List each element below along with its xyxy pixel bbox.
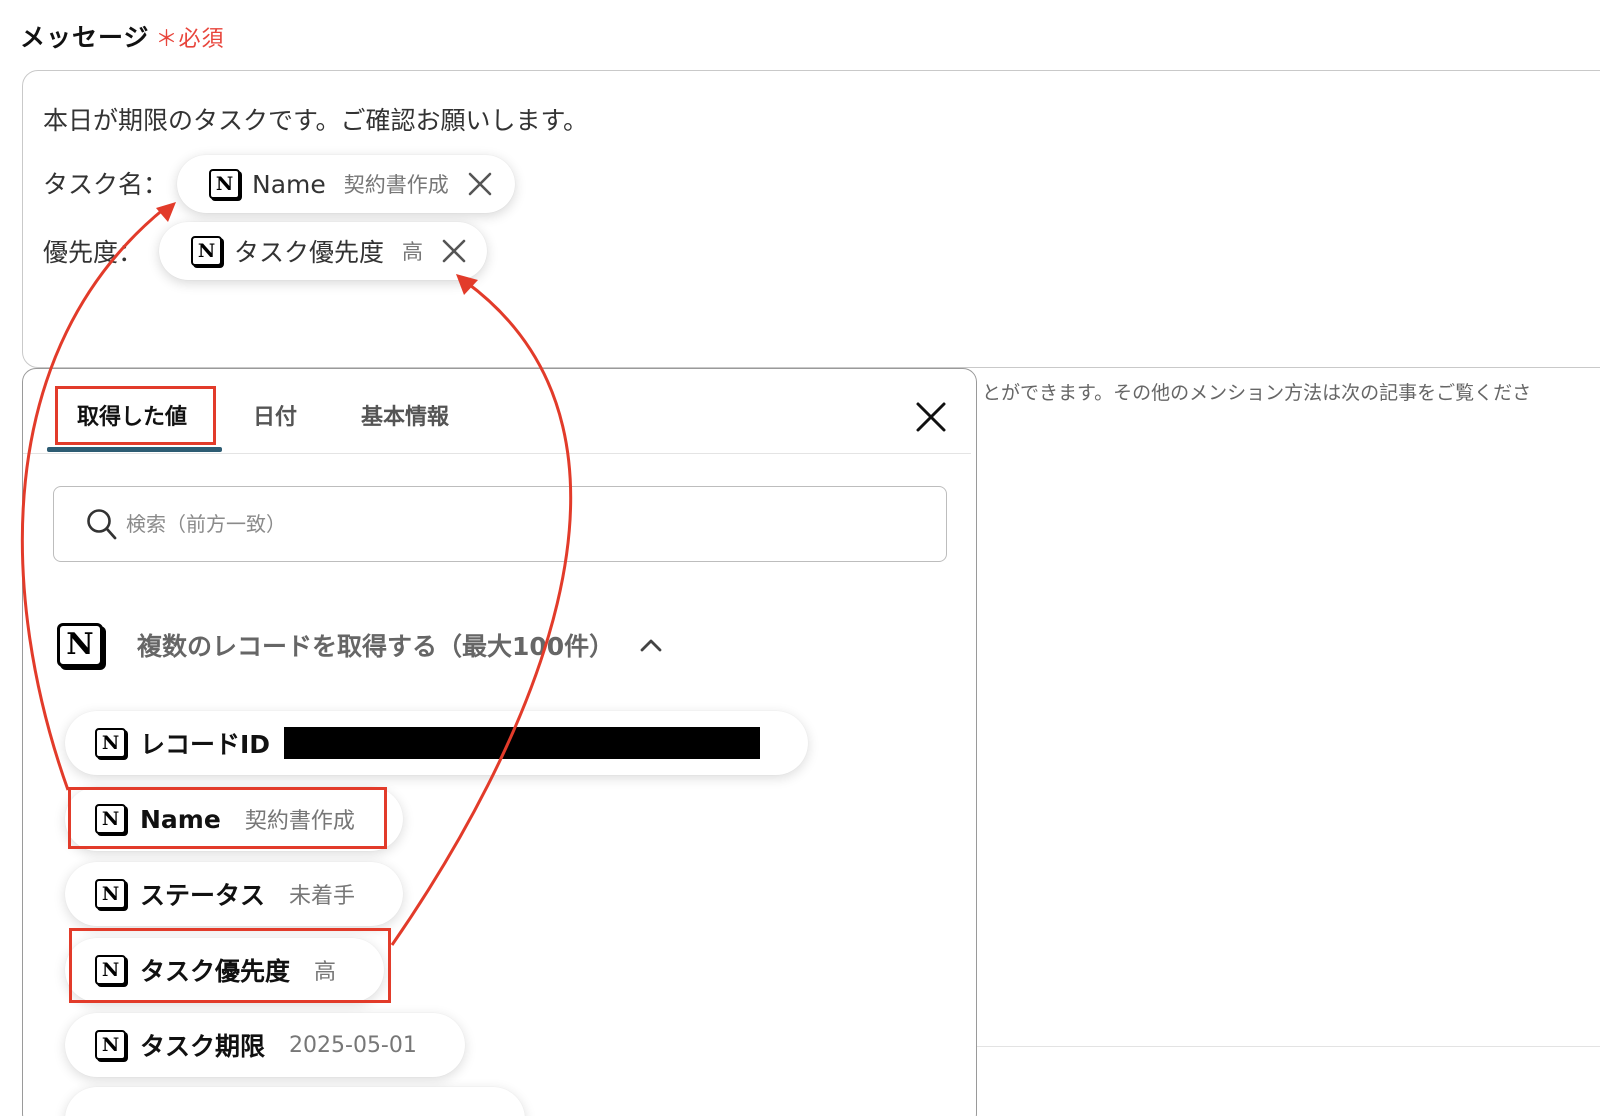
notion-icon: N (95, 728, 126, 758)
task-name-label: タスク名： (43, 170, 169, 199)
list-item-task-priority[interactable]: N タスク優先度 高 (65, 938, 385, 1002)
chip-value: 高 (402, 240, 424, 264)
required-indicator: ＊必須 (156, 27, 225, 52)
notion-icon: N (95, 955, 126, 985)
search-box[interactable] (53, 486, 947, 562)
chip-value: 契約書作成 (343, 173, 449, 197)
tabs-divider (23, 453, 971, 454)
required-text: 必須 (178, 27, 225, 52)
notion-icon: N (57, 623, 103, 667)
tab-date[interactable]: 日付 (253, 399, 297, 431)
item-value: 契約書作成 (244, 809, 355, 834)
item-value: 2025-05-01 (289, 1032, 417, 1058)
item-key: Name (140, 804, 221, 834)
search-icon (87, 509, 117, 540)
notion-icon: N (95, 879, 126, 909)
message-line: 本日が期限のタスクです。ご確認お願いします。 (43, 106, 589, 135)
help-text: とができます。その他のメンション方法は次の記事をご覧くださ (982, 382, 1532, 404)
variable-picker-panel: 取得した値 日付 基本情報 N 複数のレコードを取得する（最大100件） N レ… (22, 368, 977, 1116)
search-input[interactable] (126, 505, 906, 543)
list-item-status[interactable]: N ステータス 未着手 (65, 862, 404, 926)
item-value: 未着手 (289, 884, 356, 909)
close-icon[interactable] (441, 238, 467, 264)
notion-icon: N (209, 169, 240, 199)
notion-icon: N (95, 1030, 126, 1060)
divider (976, 1046, 1600, 1047)
close-icon[interactable] (467, 171, 493, 197)
notion-icon: N (191, 236, 222, 266)
list-item-task-deadline[interactable]: N タスク期限 2025-05-01 (65, 1013, 465, 1077)
item-value: 高 (314, 960, 337, 985)
item-key: レコードID (140, 730, 271, 759)
close-icon[interactable] (915, 401, 947, 433)
redacted-value (284, 727, 761, 759)
chip-key: Name (252, 169, 326, 199)
variable-chip-name[interactable]: N Name 契約書作成 (177, 155, 515, 213)
message-textarea[interactable]: 本日が期限のタスクです。ご確認お願いします。 タスク名： 優先度： N Name… (22, 70, 1600, 368)
field-label: メッセージ ＊必須 (20, 18, 225, 54)
section-title: 複数のレコードを取得する（最大100件） (137, 632, 615, 661)
variable-chip-priority[interactable]: N タスク優先度 高 (159, 222, 488, 280)
tab-basic-info[interactable]: 基本情報 (361, 399, 449, 431)
required-mark: ＊ (155, 27, 179, 52)
active-tab-indicator (47, 447, 222, 452)
item-key: ステータス (140, 881, 266, 910)
field-label-text: メッセージ (20, 23, 150, 52)
notion-icon: N (95, 804, 126, 834)
list-item-name[interactable]: N Name 契約書作成 (65, 787, 403, 851)
list-item[interactable] (65, 1087, 525, 1116)
section-header[interactable]: N 複数のレコードを取得する（最大100件） (57, 623, 662, 667)
chevron-up-icon[interactable] (640, 638, 662, 652)
chip-key: タスク優先度 (234, 238, 385, 267)
item-key: タスク優先度 (140, 957, 291, 986)
item-key: タスク期限 (140, 1032, 266, 1061)
list-item-record-id[interactable]: N レコードID (65, 711, 809, 775)
tab-retrieved-values[interactable]: 取得した値 (77, 399, 187, 431)
priority-label: 優先度： (43, 238, 144, 267)
